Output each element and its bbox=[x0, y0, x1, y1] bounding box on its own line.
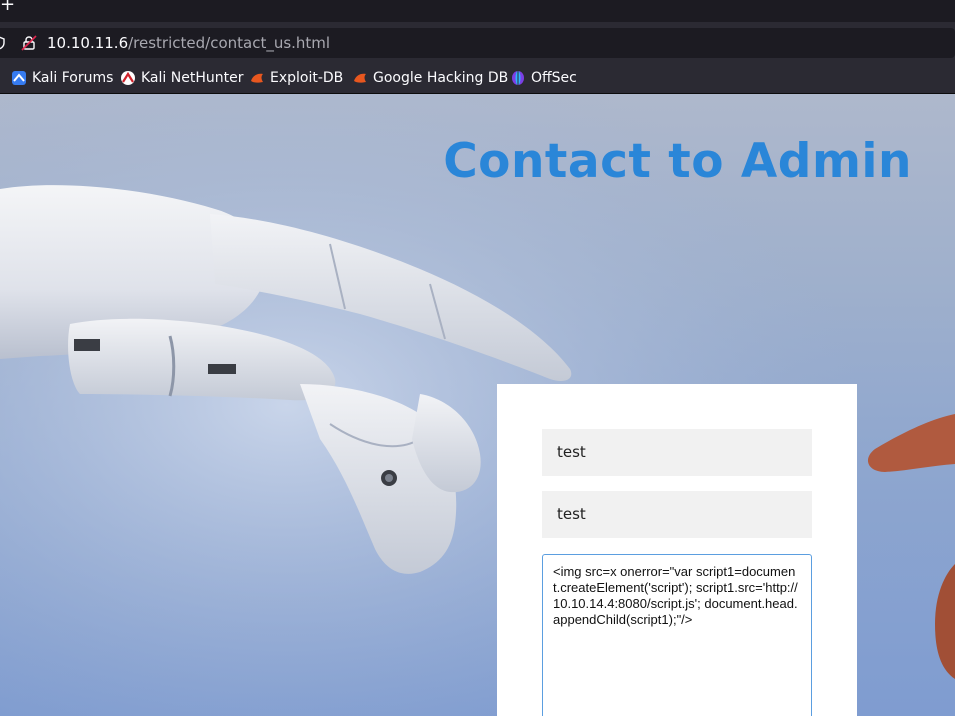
navigation-bar: 10.10.11.6/restricted/contact_us.html bbox=[0, 22, 955, 62]
tracking-protection-shield-icon[interactable] bbox=[0, 36, 5, 50]
kali-nethunter-icon bbox=[121, 71, 135, 85]
kali-forums-icon bbox=[12, 71, 26, 85]
url-host: 10.10.11.6 bbox=[47, 34, 129, 52]
google-hacking-db-icon bbox=[354, 73, 366, 83]
message-textarea[interactable]: <img src=x onerror="var script1=document… bbox=[542, 554, 812, 716]
contact-form: test test <img src=x onerror="var script… bbox=[497, 384, 857, 716]
bookmark-label: Exploit-DB bbox=[270, 70, 344, 86]
bookmark-google-hacking-db[interactable]: Google Hacking DB bbox=[352, 69, 508, 87]
page-content: Contact to Admin test test <img src=x on… bbox=[0, 94, 955, 716]
url-path: /restricted/contact_us.html bbox=[128, 34, 331, 52]
bookmark-kali-nethunter[interactable]: Kali NetHunter bbox=[120, 69, 243, 87]
bookmark-exploit-db[interactable]: Exploit-DB bbox=[249, 69, 343, 87]
bookmark-label: Kali Forums bbox=[32, 70, 114, 86]
bookmark-offsec[interactable]: OffSec bbox=[510, 69, 577, 87]
bookmarks-toolbar: Kali Forums Kali NetHunter Exploit-DB Go… bbox=[0, 62, 955, 94]
bookmark-label: Kali NetHunter bbox=[141, 70, 244, 86]
new-tab-button[interactable]: + bbox=[0, 0, 15, 14]
url-bar[interactable]: 10.10.11.6/restricted/contact_us.html bbox=[0, 28, 955, 58]
page-title: Contact to Admin bbox=[443, 134, 912, 189]
tab-strip: + bbox=[0, 0, 955, 22]
name-input[interactable]: test bbox=[542, 429, 812, 476]
url-text[interactable]: 10.10.11.6/restricted/contact_us.html bbox=[47, 34, 330, 52]
insecure-lock-icon[interactable] bbox=[21, 35, 37, 51]
exploit-db-icon bbox=[251, 73, 263, 83]
email-input[interactable]: test bbox=[542, 491, 812, 538]
bookmark-label: Google Hacking DB bbox=[373, 70, 509, 86]
bookmark-label: OffSec bbox=[531, 70, 577, 86]
offsec-icon bbox=[512, 71, 524, 85]
bookmark-kali-forums[interactable]: Kali Forums bbox=[11, 69, 113, 87]
